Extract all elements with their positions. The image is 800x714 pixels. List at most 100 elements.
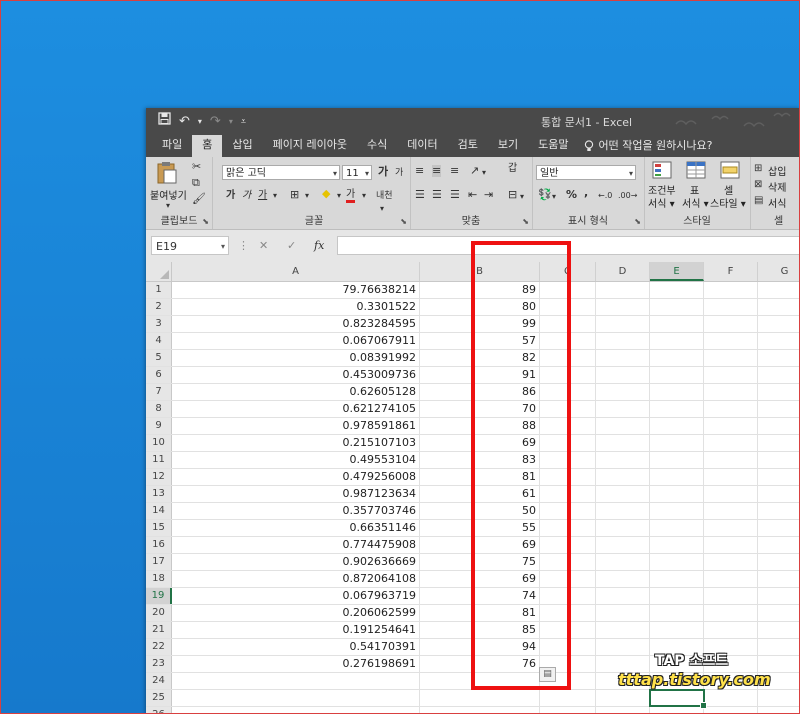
format-cells-icon[interactable]: ▤ — [754, 195, 763, 207]
cell-a[interactable]: 0.08391992 — [172, 350, 420, 366]
cell-d[interactable] — [596, 486, 650, 502]
grow-font-icon[interactable]: 가 — [378, 166, 388, 178]
cell-c[interactable] — [540, 316, 596, 332]
cell-d[interactable] — [596, 452, 650, 468]
row-header[interactable]: 23 — [146, 656, 172, 672]
font-size-combo[interactable]: 11 ▾ — [342, 165, 372, 180]
cut-icon[interactable]: ✂ — [192, 161, 201, 173]
cell-d[interactable] — [596, 384, 650, 400]
cell-d[interactable] — [596, 690, 650, 706]
align-right-icon[interactable]: ☰ — [450, 189, 460, 201]
cell-g[interactable] — [758, 435, 800, 451]
undo-dropdown-icon[interactable]: ▾ — [198, 113, 202, 131]
cell-b[interactable]: 55 — [420, 520, 540, 536]
cell-g[interactable] — [758, 299, 800, 315]
cell-e[interactable] — [650, 486, 704, 502]
cell-a[interactable]: 0.902636669 — [172, 554, 420, 570]
enter-icon[interactable]: ✓ — [287, 239, 296, 252]
cell-g[interactable] — [758, 469, 800, 485]
row-header[interactable]: 12 — [146, 469, 172, 485]
paste-dropdown-icon[interactable]: ▾ — [166, 200, 170, 212]
cell-b[interactable] — [420, 690, 540, 706]
decrease-decimal-icon[interactable]: .00→ — [618, 190, 637, 202]
cell-d[interactable] — [596, 588, 650, 604]
cell-c[interactable] — [540, 384, 596, 400]
cell-a[interactable]: 0.276198691 — [172, 656, 420, 672]
row-header[interactable]: 24 — [146, 673, 172, 689]
cell-b[interactable]: 85 — [420, 622, 540, 638]
tab-data[interactable]: 데이터 — [397, 135, 447, 157]
cell-g[interactable] — [758, 452, 800, 468]
cell-a[interactable]: 0.872064108 — [172, 571, 420, 587]
format-cells-label[interactable]: 서식 — [768, 195, 786, 210]
cell-c[interactable] — [540, 418, 596, 434]
percent-style-icon[interactable]: % — [566, 189, 577, 201]
cell-a[interactable] — [172, 690, 420, 706]
font-name-combo[interactable]: 맑은 고딕 ▾ — [222, 165, 340, 180]
column-header-b[interactable]: B — [420, 262, 540, 281]
cell-b[interactable]: 83 — [420, 452, 540, 468]
cell-e[interactable] — [650, 690, 704, 706]
cell-g[interactable] — [758, 605, 800, 621]
cell-a[interactable]: 0.49553104 — [172, 452, 420, 468]
cell-e[interactable] — [650, 367, 704, 383]
cell-b[interactable]: 69 — [420, 435, 540, 451]
fill-dropdown-icon[interactable]: ▾ — [337, 190, 341, 202]
cell-f[interactable] — [704, 622, 758, 638]
cell-a[interactable]: 0.206062599 — [172, 605, 420, 621]
alignment-launcher-icon[interactable]: ⬊ — [522, 217, 529, 226]
cell-g[interactable] — [758, 350, 800, 366]
cell-d[interactable] — [596, 622, 650, 638]
cell-b[interactable] — [420, 707, 540, 714]
cell-d[interactable] — [596, 333, 650, 349]
cell-a[interactable]: 0.774475908 — [172, 537, 420, 553]
row-header[interactable]: 1 — [146, 282, 172, 298]
cell-c[interactable] — [540, 367, 596, 383]
cell-e[interactable] — [650, 418, 704, 434]
undo-icon[interactable]: ↶ — [179, 113, 190, 131]
cell-b[interactable]: 75 — [420, 554, 540, 570]
cell-c[interactable] — [540, 639, 596, 655]
cell-d[interactable] — [596, 316, 650, 332]
cell-d[interactable] — [596, 469, 650, 485]
tab-home[interactable]: 홈 — [192, 135, 223, 157]
cell-g[interactable] — [758, 384, 800, 400]
cell-a[interactable]: 0.621274105 — [172, 401, 420, 417]
cell-e[interactable] — [650, 469, 704, 485]
align-bottom-icon[interactable]: ≡ — [450, 165, 459, 177]
insert-cells-icon[interactable]: ⊞ — [754, 163, 762, 175]
cell-a[interactable]: 0.067067911 — [172, 333, 420, 349]
cell-g[interactable] — [758, 316, 800, 332]
name-box[interactable]: E19 ▾ — [151, 236, 229, 255]
underline-icon[interactable]: 가 — [258, 190, 267, 202]
cell-f[interactable] — [704, 503, 758, 519]
cell-b[interactable]: 99 — [420, 316, 540, 332]
format-painter-icon[interactable]: 🖌 — [192, 193, 206, 205]
cell-d[interactable] — [596, 605, 650, 621]
tab-page-layout[interactable]: 페이지 레이아웃 — [263, 135, 357, 157]
cell-f[interactable] — [704, 537, 758, 553]
cell-f[interactable] — [704, 333, 758, 349]
cell-f[interactable] — [704, 486, 758, 502]
decrease-indent-icon[interactable]: ⇤ — [468, 189, 477, 201]
cell-e[interactable] — [650, 384, 704, 400]
underline-dropdown-icon[interactable]: ▾ — [273, 190, 277, 202]
cell-c[interactable] — [540, 299, 596, 315]
cell-a[interactable] — [172, 673, 420, 689]
row-header[interactable]: 7 — [146, 384, 172, 400]
cell-a[interactable]: 0.357703746 — [172, 503, 420, 519]
cell-d[interactable] — [596, 571, 650, 587]
cell-f[interactable] — [704, 571, 758, 587]
cell-g[interactable] — [758, 571, 800, 587]
cell-b[interactable]: 70 — [420, 401, 540, 417]
format-as-table-icon[interactable] — [686, 161, 706, 179]
cell-e[interactable] — [650, 571, 704, 587]
column-header-f[interactable]: F — [704, 262, 758, 281]
customize-qat-icon[interactable]: ⩡ — [241, 113, 246, 131]
cell-g[interactable] — [758, 622, 800, 638]
cell-b[interactable]: 69 — [420, 537, 540, 553]
merge-dropdown-icon[interactable]: ▾ — [520, 191, 524, 203]
cell-e[interactable] — [650, 282, 704, 298]
cell-a[interactable]: 0.987123634 — [172, 486, 420, 502]
tab-review[interactable]: 검토 — [448, 135, 488, 157]
